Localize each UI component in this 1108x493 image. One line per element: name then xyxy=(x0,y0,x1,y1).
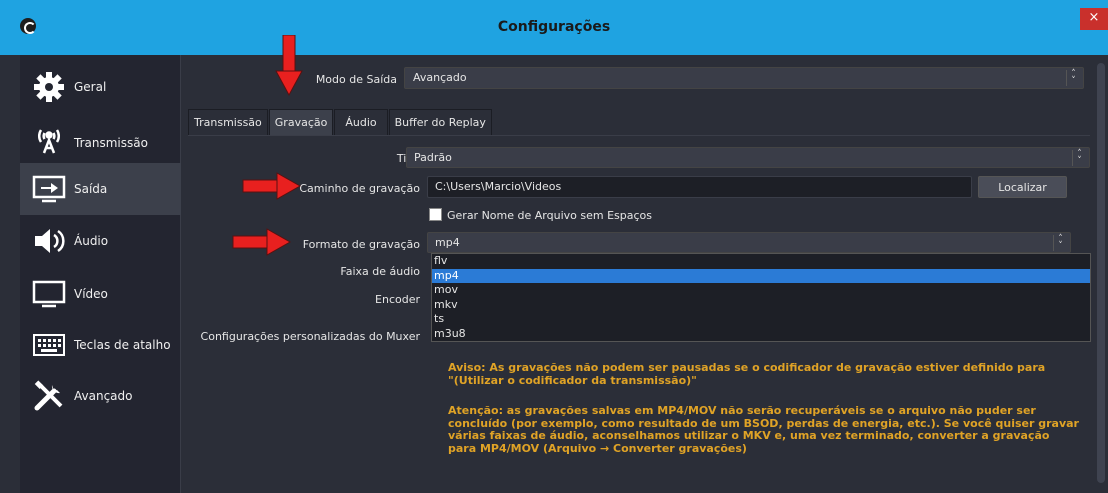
monitor-icon xyxy=(30,276,68,312)
audio-track-label: Faixa de áudio xyxy=(340,265,420,278)
no-space-filename-label: Gerar Nome de Arquivo sem Espaços xyxy=(447,209,652,222)
tools-icon xyxy=(30,378,68,414)
window-title: Configurações xyxy=(497,19,611,35)
sidebar-item-label: Saída xyxy=(74,182,108,196)
sidebar-item-audio[interactable]: Áudio xyxy=(20,215,181,267)
browse-button[interactable]: Localizar xyxy=(978,176,1067,198)
tab-buffer-replay[interactable]: Buffer do Replay xyxy=(388,109,492,135)
sidebar-item-label: Áudio xyxy=(74,234,109,248)
title-bar: Configurações × xyxy=(0,0,1108,55)
warning-line: para MP4/MOV (Arquivo → Converter gravaç… xyxy=(448,441,747,455)
updown-arrows-icon: ˄ ˅ xyxy=(1053,235,1067,251)
updown-arrows-icon: ˄ ˅ xyxy=(1072,150,1086,166)
annotation-arrow-right-icon xyxy=(232,228,292,256)
scrollbar-thumb[interactable] xyxy=(1097,63,1105,483)
sidebar-item-transmissao[interactable]: Transmissão xyxy=(20,112,181,164)
keyboard-icon xyxy=(30,327,68,363)
sidebar-item-label: Teclas de atalho xyxy=(74,338,171,352)
no-space-filename-checkbox[interactable] xyxy=(429,208,442,221)
type-label: Tipo xyxy=(320,152,420,165)
format-option[interactable]: mov xyxy=(432,283,1090,298)
warning-line: "(Utilizar o codificador da transmissão)… xyxy=(448,373,697,387)
recording-format-value: mp4 xyxy=(435,236,460,249)
gear-icon xyxy=(30,69,68,105)
sidebar-item-label: Transmissão xyxy=(74,136,148,150)
format-option[interactable]: m3u8 xyxy=(432,327,1090,342)
sidebar-item-video[interactable]: Vídeo xyxy=(20,268,181,320)
encoder-label: Encoder xyxy=(375,293,420,306)
output-mode-value: Avançado xyxy=(413,71,467,84)
scrollbar[interactable] xyxy=(1096,59,1106,489)
warning-line: Atenção: as gravações salvas em MP4/MOV … xyxy=(448,404,1036,417)
pause-warning: Aviso: As gravações não podem ser pausad… xyxy=(448,361,1046,387)
annotation-arrow-down-icon xyxy=(275,35,303,97)
annotation-arrow-right-icon xyxy=(242,172,302,200)
type-select[interactable]: Padrão ˄ ˅ xyxy=(406,147,1090,168)
tab-audio[interactable]: Áudio xyxy=(334,109,388,135)
tab-transmissao[interactable]: Transmissão xyxy=(188,109,268,135)
output-tabs: Transmissão Gravação Áudio Buffer do Rep… xyxy=(188,109,493,135)
sidebar-item-avancado[interactable]: Avançado xyxy=(20,370,181,422)
warning-line: várias faixas de áudio, aconselhamos uti… xyxy=(448,429,1050,442)
format-option[interactable]: flv xyxy=(432,254,1090,269)
mp4-recovery-warning: Atenção: as gravações salvas em MP4/MOV … xyxy=(448,404,1079,455)
recording-format-select[interactable]: mp4 ˄ ˅ xyxy=(427,232,1071,253)
output-mode-select[interactable]: Avançado ˄ ˅ xyxy=(404,67,1084,89)
broadcast-icon xyxy=(30,120,68,156)
output-monitor-icon xyxy=(30,171,68,207)
close-button[interactable]: × xyxy=(1080,8,1108,30)
sidebar-item-label: Vídeo xyxy=(74,287,108,301)
sidebar-item-label: Geral xyxy=(74,80,107,94)
sidebar-item-teclas[interactable]: Teclas de atalho xyxy=(20,319,181,371)
format-option[interactable]: ts xyxy=(432,312,1090,327)
warning-line: Aviso: As gravações não podem ser pausad… xyxy=(448,361,1046,374)
settings-window: Geral Transmissão Saída Áudio Vídeo Tecl… xyxy=(20,35,1108,493)
tab-gravacao[interactable]: Gravação xyxy=(268,109,334,135)
sidebar-item-saida[interactable]: Saída xyxy=(20,163,181,215)
output-mode-label: Modo de Saída xyxy=(315,73,397,86)
type-value: Padrão xyxy=(414,151,452,164)
sidebar-item-label: Avançado xyxy=(74,389,133,403)
format-option[interactable]: mkv xyxy=(432,298,1090,313)
settings-sidebar: Geral Transmissão Saída Áudio Vídeo Tecl… xyxy=(20,55,181,493)
speaker-icon xyxy=(30,223,68,259)
muxer-settings-label: Configurações personalizadas do Muxer xyxy=(200,330,420,343)
recording-path-input[interactable]: C:\Users\Marcio\Videos xyxy=(427,176,972,198)
recording-format-label: Formato de gravação xyxy=(302,238,420,251)
recording-format-dropdown[interactable]: flv mp4 mov mkv ts m3u8 xyxy=(431,253,1091,342)
format-option-selected[interactable]: mp4 xyxy=(432,268,1090,283)
updown-arrows-icon: ˄ ˅ xyxy=(1066,70,1080,86)
sidebar-item-geral[interactable]: Geral xyxy=(20,61,181,113)
